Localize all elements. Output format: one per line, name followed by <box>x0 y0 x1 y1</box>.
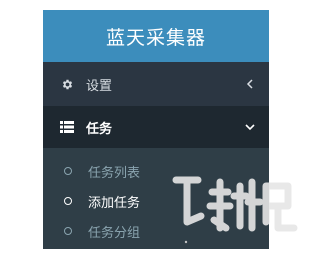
submenu-item-label: 添加任务 <box>88 195 141 211</box>
menu-item-tasks[interactable]: 任务 <box>43 106 269 148</box>
watermark-logo <box>168 146 302 249</box>
circle-icon <box>64 227 72 235</box>
circle-icon <box>64 167 72 175</box>
gear-icon <box>60 77 74 91</box>
app-title: 蓝天采集器 <box>43 10 269 62</box>
menu-item-settings[interactable]: 设置 <box>43 62 269 106</box>
circle-icon <box>64 197 72 205</box>
submenu-item-label: 任务列表 <box>88 165 141 181</box>
chevron-down-icon <box>245 122 255 132</box>
menu-item-tasks-label: 任务 <box>86 121 113 137</box>
list-icon <box>60 120 74 134</box>
submenu-item-label: 任务分组 <box>88 225 141 241</box>
chevron-left-icon <box>245 79 255 89</box>
menu-item-settings-label: 设置 <box>86 78 113 94</box>
